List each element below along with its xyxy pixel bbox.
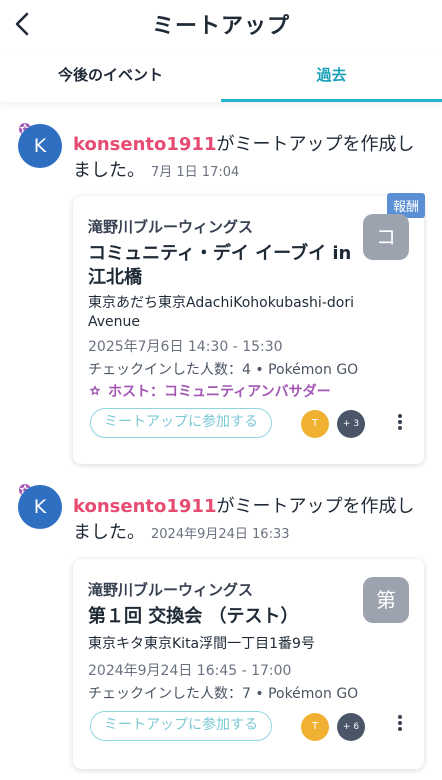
page-title: ミートアップ — [151, 14, 290, 39]
more-attendees-count[interactable]: + 6 — [337, 713, 365, 741]
avatar[interactable]: K — [18, 485, 62, 529]
attendee-avatar[interactable]: T — [301, 713, 329, 741]
more-options-button[interactable] — [390, 713, 410, 737]
event-host: ホスト：コミュニティアンバサダー — [88, 381, 331, 401]
event-thumbnail: 第 — [363, 577, 409, 623]
more-dot-icon — [398, 420, 402, 424]
active-tab-indicator — [221, 99, 442, 102]
organization-name: 滝野川ブルーウィングス — [88, 581, 254, 599]
more-dot-icon — [398, 715, 402, 719]
meetup-card[interactable]: 報酬 滝野川ブルーウィングス コミュニティ・デイ イーブイ in江北橋 コ 東京… — [73, 193, 425, 464]
event-title[interactable]: コミュニティ・デイ イーブイ in江北橋 — [88, 242, 368, 290]
post-timestamp: 2024年9月24日 16:33 — [151, 527, 290, 542]
post-timestamp: 7月 1日 17:04 — [151, 165, 240, 180]
event-thumbnail: コ — [363, 214, 409, 260]
checkin-count: チェックインした人数：4 • Pokémon GO — [88, 362, 359, 378]
more-dot-icon — [398, 426, 402, 430]
more-options-button[interactable] — [390, 412, 410, 436]
more-dot-icon — [398, 414, 402, 418]
join-meetup-button[interactable]: ミートアップに参加する — [90, 408, 272, 438]
username-link[interactable]: konsento1911 — [73, 496, 216, 517]
join-meetup-button[interactable]: ミートアップに参加する — [90, 711, 272, 741]
more-dot-icon — [398, 727, 402, 731]
event-location: 東京あだち東京AdachiKohokubashi-dori Avenue — [88, 295, 354, 330]
organization-name: 滝野川ブルーウィングス — [88, 218, 254, 236]
event-datetime: 2025年7月6日 14:30 - 15:30 — [88, 339, 283, 355]
post-text: konsento1911がミートアップを作成しました。 7月 1日 17:04 — [73, 132, 423, 186]
ambassador-flower-icon — [89, 385, 101, 396]
tab-upcoming-events[interactable]: 今後のイベント — [0, 50, 221, 102]
event-datetime: 2024年9月24日 16:45 - 17:00 — [88, 663, 292, 679]
event-title[interactable]: 第１回 交換会 （テスト） — [88, 605, 368, 629]
header: ミートアップ — [0, 0, 442, 50]
checkin-count: チェックインした人数：7 • Pokémon GO — [88, 686, 359, 702]
more-dot-icon — [398, 721, 402, 725]
tab-past[interactable]: 過去 — [221, 50, 442, 102]
attendee-avatar[interactable]: T — [301, 410, 329, 438]
meetup-card[interactable]: 滝野川ブルーウィングス 第１回 交換会 （テスト） 第 東京キタ東京Kita浮間… — [73, 559, 424, 769]
tab-bar: 今後のイベント 過去 — [0, 50, 442, 102]
event-location: 東京キタ東京Kita浮間一丁目1番9号 — [88, 636, 315, 652]
username-link[interactable]: konsento1911 — [73, 134, 216, 155]
avatar[interactable]: K — [18, 124, 62, 168]
post-text: konsento1911がミートアップを作成しました。 2024年9月24日 16… — [73, 494, 423, 548]
more-attendees-count[interactable]: + 3 — [337, 410, 365, 438]
event-host-label: ホスト：コミュニティアンバサダー — [108, 384, 331, 400]
